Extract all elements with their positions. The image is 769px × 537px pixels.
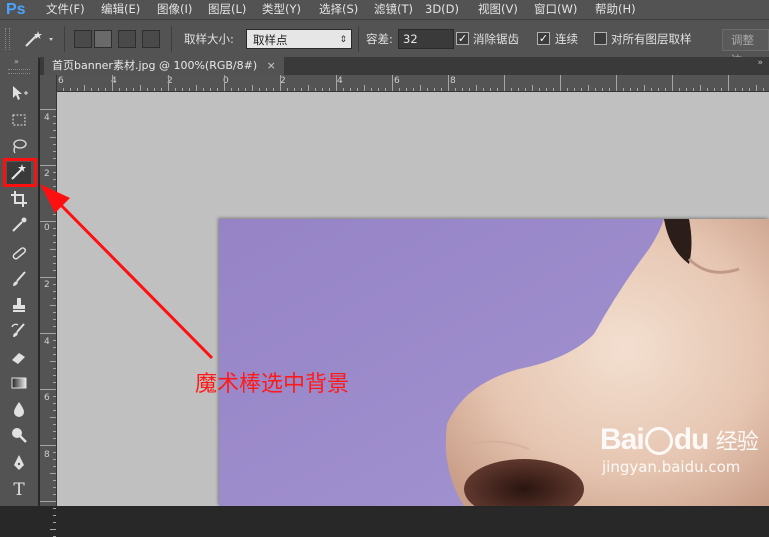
paw-icon bbox=[644, 427, 673, 456]
ruler-tick bbox=[53, 515, 56, 516]
watermark-brand: Bai bbox=[600, 423, 645, 456]
ruler-tick bbox=[53, 508, 56, 509]
ruler-corner bbox=[40, 75, 56, 91]
ruler-tick bbox=[53, 522, 56, 523]
watermark-brand-suffix: du bbox=[673, 423, 710, 456]
annotation-text: 魔术棒选中背景 bbox=[195, 372, 350, 397]
watermark-product: 经验 bbox=[715, 429, 759, 454]
watermark-url: jingyan.baidu.com bbox=[602, 458, 741, 476]
baidu-jingyan-watermark: Bai du 经验 jingyan.baidu.com bbox=[600, 423, 759, 477]
ruler-tick bbox=[50, 529, 56, 530]
